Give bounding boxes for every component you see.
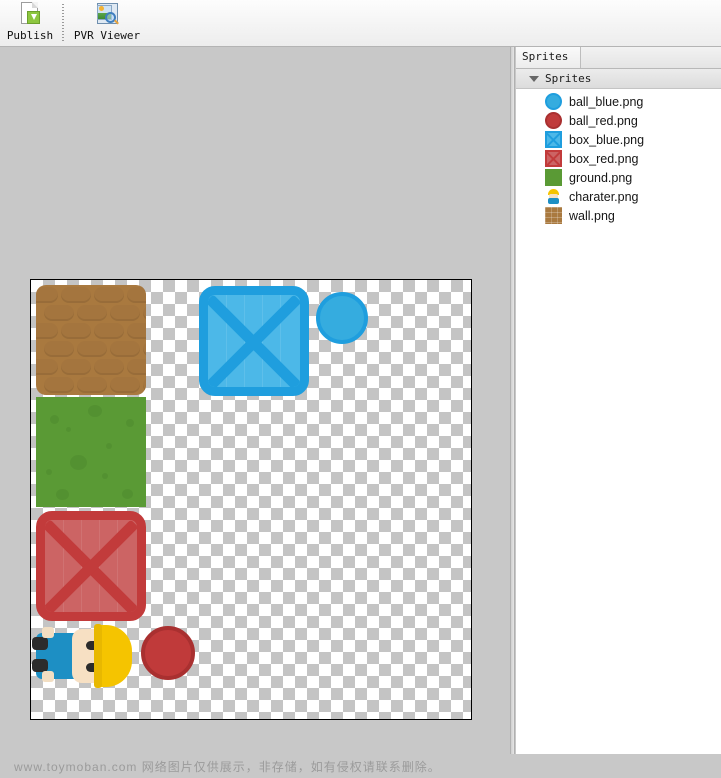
brick-wall-icon xyxy=(545,207,562,224)
list-item-ground[interactable]: ground.png xyxy=(516,168,721,187)
publish-button-label: Publish xyxy=(6,29,54,42)
list-item-box-blue[interactable]: box_blue.png xyxy=(516,130,721,149)
sprites-tree-list: ball_blue.png ball_red.png box_blue.png … xyxy=(516,89,721,225)
brick-row xyxy=(36,359,146,377)
list-item-label: charater.png xyxy=(569,189,639,204)
brick-row xyxy=(36,377,146,395)
publish-page-icon xyxy=(17,2,43,28)
list-item-label: ground.png xyxy=(569,170,633,185)
canvas-sprite-ground[interactable] xyxy=(36,397,146,507)
canvas-sprite-box-blue[interactable] xyxy=(199,286,309,396)
canvas-sprite-wall[interactable] xyxy=(36,285,146,395)
panel-tabbar: Sprites xyxy=(516,47,721,69)
list-item-wall[interactable]: wall.png xyxy=(516,206,721,225)
tab-sprites[interactable]: Sprites xyxy=(516,47,582,68)
watermark-text: www.toymoban.com 网络图片仅供展示，非存储，如有侵权请联系删除。 xyxy=(14,760,441,774)
circle-red-icon xyxy=(545,112,562,129)
character-icon xyxy=(545,188,562,205)
list-item-ball-blue[interactable]: ball_blue.png xyxy=(516,92,721,111)
panel-splitter[interactable] xyxy=(510,47,515,754)
footer-bar: www.toymoban.com 网络图片仅供展示，非存储，如有侵权请联系删除。 xyxy=(0,754,721,778)
list-item-label: ball_red.png xyxy=(569,113,638,128)
list-item-charater[interactable]: charater.png xyxy=(516,187,721,206)
sprite-sheet-canvas[interactable] xyxy=(30,279,472,720)
box-blue-icon xyxy=(545,131,562,148)
application-window: Publish PVR Viewer Sprites Sprites ball_… xyxy=(0,0,721,778)
brick-row xyxy=(36,341,146,359)
list-item-ball-red[interactable]: ball_red.png xyxy=(516,111,721,130)
brick-row xyxy=(36,323,146,341)
list-item-label: ball_blue.png xyxy=(569,94,644,109)
canvas-sprite-ball-blue[interactable] xyxy=(316,292,368,344)
circle-blue-icon xyxy=(545,93,562,110)
canvas-sprite-box-red[interactable] xyxy=(36,511,146,621)
brick-row xyxy=(36,305,146,323)
character-leg xyxy=(42,627,54,638)
canvas-sprite-ball-red[interactable] xyxy=(141,626,195,680)
list-item-box-red[interactable]: box_red.png xyxy=(516,149,721,168)
toolbar-separator xyxy=(62,4,64,42)
publish-button[interactable]: Publish xyxy=(2,2,58,45)
character-leg xyxy=(42,671,54,682)
square-green-icon xyxy=(545,169,562,186)
list-item-label: box_red.png xyxy=(569,151,639,166)
list-item-label: box_blue.png xyxy=(569,132,645,147)
pvr-viewer-icon xyxy=(94,2,120,28)
main-toolbar: Publish PVR Viewer xyxy=(0,0,721,47)
list-item-label: wall.png xyxy=(569,208,615,223)
box-red-icon xyxy=(545,150,562,167)
pvr-viewer-button-label: PVR Viewer xyxy=(73,29,141,42)
pvr-viewer-button[interactable]: PVR Viewer xyxy=(70,2,144,45)
tree-root-sprites[interactable]: Sprites xyxy=(516,69,721,89)
character-helmet xyxy=(94,624,132,688)
sprites-panel: Sprites Sprites ball_blue.png ball_red.p… xyxy=(516,47,721,754)
triangle-down-icon[interactable] xyxy=(529,75,539,82)
tree-root-label: Sprites xyxy=(545,72,592,85)
sprite-sheet-workspace[interactable] xyxy=(0,47,510,754)
canvas-sprite-charater[interactable] xyxy=(32,624,132,688)
brick-row xyxy=(36,287,146,305)
character-arm xyxy=(32,637,48,650)
